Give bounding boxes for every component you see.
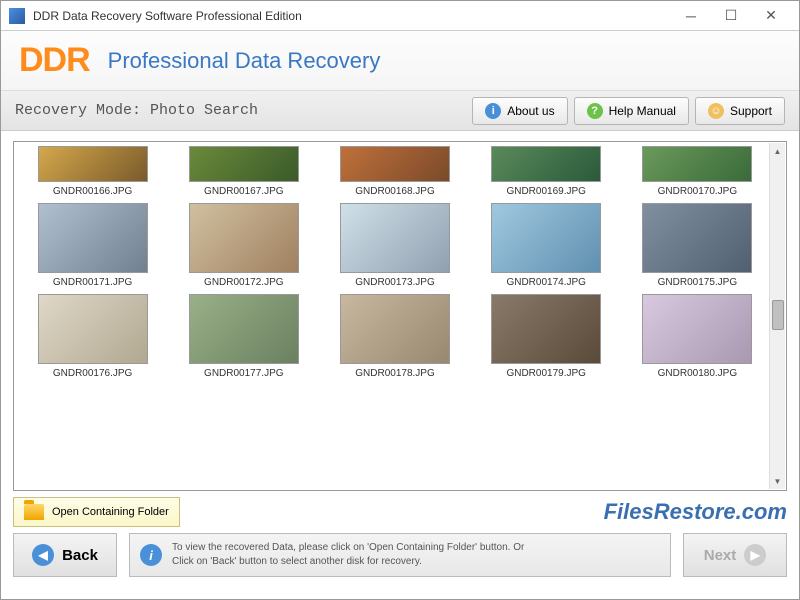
- scroll-down-icon[interactable]: ▼: [770, 473, 786, 489]
- thumbnail-item[interactable]: GNDR00169.JPG: [476, 146, 617, 197]
- maximize-button[interactable]: ☐: [711, 4, 751, 28]
- back-button[interactable]: ◀ Back: [13, 533, 117, 577]
- logo: DDR: [19, 41, 90, 80]
- folder-icon: [24, 504, 44, 520]
- thumbnail-image: [491, 294, 601, 364]
- thumbnail-image: [642, 203, 752, 273]
- thumbnail-grid: GNDR00166.JPG GNDR00167.JPG GNDR00168.JPG G…: [22, 146, 768, 379]
- thumbnail-item[interactable]: GNDR00177.JPG: [173, 294, 314, 379]
- info-line-1: To view the recovered Data, please click…: [172, 541, 524, 555]
- thumbnail-filename: GNDR00166.JPG: [53, 186, 132, 197]
- minimize-button[interactable]: ─: [671, 4, 711, 28]
- thumbnail-image: [642, 146, 752, 182]
- back-label: Back: [62, 547, 98, 564]
- recovery-mode-label: Recovery Mode: Photo Search: [15, 102, 472, 119]
- results-panel: GNDR00166.JPG GNDR00167.JPG GNDR00168.JPG G…: [13, 141, 787, 491]
- thumbnail-filename: GNDR00169.JPG: [506, 186, 585, 197]
- titlebar: DDR Data Recovery Software Professional …: [1, 1, 799, 31]
- thumbnail-filename: GNDR00180.JPG: [658, 368, 737, 379]
- thumbnail-image: [189, 203, 299, 273]
- thumbnail-filename: GNDR00170.JPG: [658, 186, 737, 197]
- thumbnail-image: [38, 203, 148, 273]
- thumbnail-image: [189, 146, 299, 182]
- thumbnail-viewport: GNDR00166.JPG GNDR00167.JPG GNDR00168.JPG G…: [22, 146, 768, 486]
- support-icon: ☺: [708, 103, 724, 119]
- header: DDR Professional Data Recovery: [1, 31, 799, 91]
- thumbnail-item[interactable]: GNDR00174.JPG: [476, 203, 617, 288]
- mode-buttons: i About us ? Help Manual ☺ Support: [472, 97, 785, 125]
- thumbnail-filename: GNDR00167.JPG: [204, 186, 283, 197]
- about-button[interactable]: i About us: [472, 97, 567, 125]
- arrow-left-icon: ◀: [32, 544, 54, 566]
- thumbnail-filename: GNDR00174.JPG: [506, 277, 585, 288]
- support-label: Support: [730, 104, 772, 118]
- thumbnail-filename: GNDR00179.JPG: [506, 368, 585, 379]
- thumbnail-filename: GNDR00175.JPG: [658, 277, 737, 288]
- thumbnail-item[interactable]: GNDR00176.JPG: [22, 294, 163, 379]
- help-icon: ?: [587, 103, 603, 119]
- next-button: Next ▶: [683, 533, 787, 577]
- thumbnail-item[interactable]: GNDR00171.JPG: [22, 203, 163, 288]
- thumbnail-image: [38, 294, 148, 364]
- info-text: To view the recovered Data, please click…: [172, 541, 524, 569]
- scroll-up-icon[interactable]: ▲: [770, 143, 786, 159]
- scroll-track[interactable]: [770, 159, 786, 473]
- thumbnail-item[interactable]: GNDR00180.JPG: [627, 294, 768, 379]
- about-label: About us: [507, 104, 554, 118]
- thumbnail-item[interactable]: GNDR00179.JPG: [476, 294, 617, 379]
- thumbnail-image: [491, 146, 601, 182]
- thumbnail-image: [340, 146, 450, 182]
- help-label: Help Manual: [609, 104, 676, 118]
- thumbnail-item[interactable]: GNDR00167.JPG: [173, 146, 314, 197]
- thumbnail-image: [491, 203, 601, 273]
- support-button[interactable]: ☺ Support: [695, 97, 785, 125]
- info-box: i To view the recovered Data, please cli…: [129, 533, 671, 577]
- scrollbar[interactable]: ▲ ▼: [769, 143, 785, 489]
- thumbnail-filename: GNDR00176.JPG: [53, 368, 132, 379]
- window-title: DDR Data Recovery Software Professional …: [33, 9, 671, 23]
- thumbnail-image: [340, 203, 450, 273]
- thumbnail-filename: GNDR00173.JPG: [355, 277, 434, 288]
- product-title: Professional Data Recovery: [108, 48, 381, 74]
- thumbnail-item[interactable]: GNDR00173.JPG: [324, 203, 465, 288]
- thumbnail-item[interactable]: GNDR00172.JPG: [173, 203, 314, 288]
- open-folder-label: Open Containing Folder: [52, 506, 169, 518]
- thumbnail-filename: GNDR00172.JPG: [204, 277, 283, 288]
- thumbnail-image: [38, 146, 148, 182]
- thumbnail-item[interactable]: GNDR00178.JPG: [324, 294, 465, 379]
- help-button[interactable]: ? Help Manual: [574, 97, 689, 125]
- thumbnail-item[interactable]: GNDR00175.JPG: [627, 203, 768, 288]
- thumbnail-filename: GNDR00171.JPG: [53, 277, 132, 288]
- scroll-thumb[interactable]: [772, 300, 784, 330]
- close-button[interactable]: ✕: [751, 4, 791, 28]
- thumbnail-filename: GNDR00168.JPG: [355, 186, 434, 197]
- info-icon: i: [485, 103, 501, 119]
- open-containing-folder-button[interactable]: Open Containing Folder: [13, 497, 180, 527]
- thumbnail-image: [340, 294, 450, 364]
- thumbnail-item[interactable]: GNDR00170.JPG: [627, 146, 768, 197]
- thumbnail-filename: GNDR00178.JPG: [355, 368, 434, 379]
- brand-link[interactable]: FilesRestore.com: [604, 499, 787, 525]
- app-icon: [9, 8, 25, 24]
- thumbnail-image: [189, 294, 299, 364]
- info-line-2: Click on 'Back' button to select another…: [172, 555, 524, 569]
- footer: ◀ Back i To view the recovered Data, ple…: [13, 533, 787, 577]
- next-label: Next: [704, 547, 737, 564]
- thumbnail-item[interactable]: GNDR00168.JPG: [324, 146, 465, 197]
- thumbnail-item[interactable]: GNDR00166.JPG: [22, 146, 163, 197]
- thumbnail-filename: GNDR00177.JPG: [204, 368, 283, 379]
- info-icon: i: [140, 544, 162, 566]
- thumbnail-image: [642, 294, 752, 364]
- arrow-right-icon: ▶: [744, 544, 766, 566]
- folder-row: Open Containing Folder FilesRestore.com: [13, 497, 787, 527]
- mode-bar: Recovery Mode: Photo Search i About us ?…: [1, 91, 799, 131]
